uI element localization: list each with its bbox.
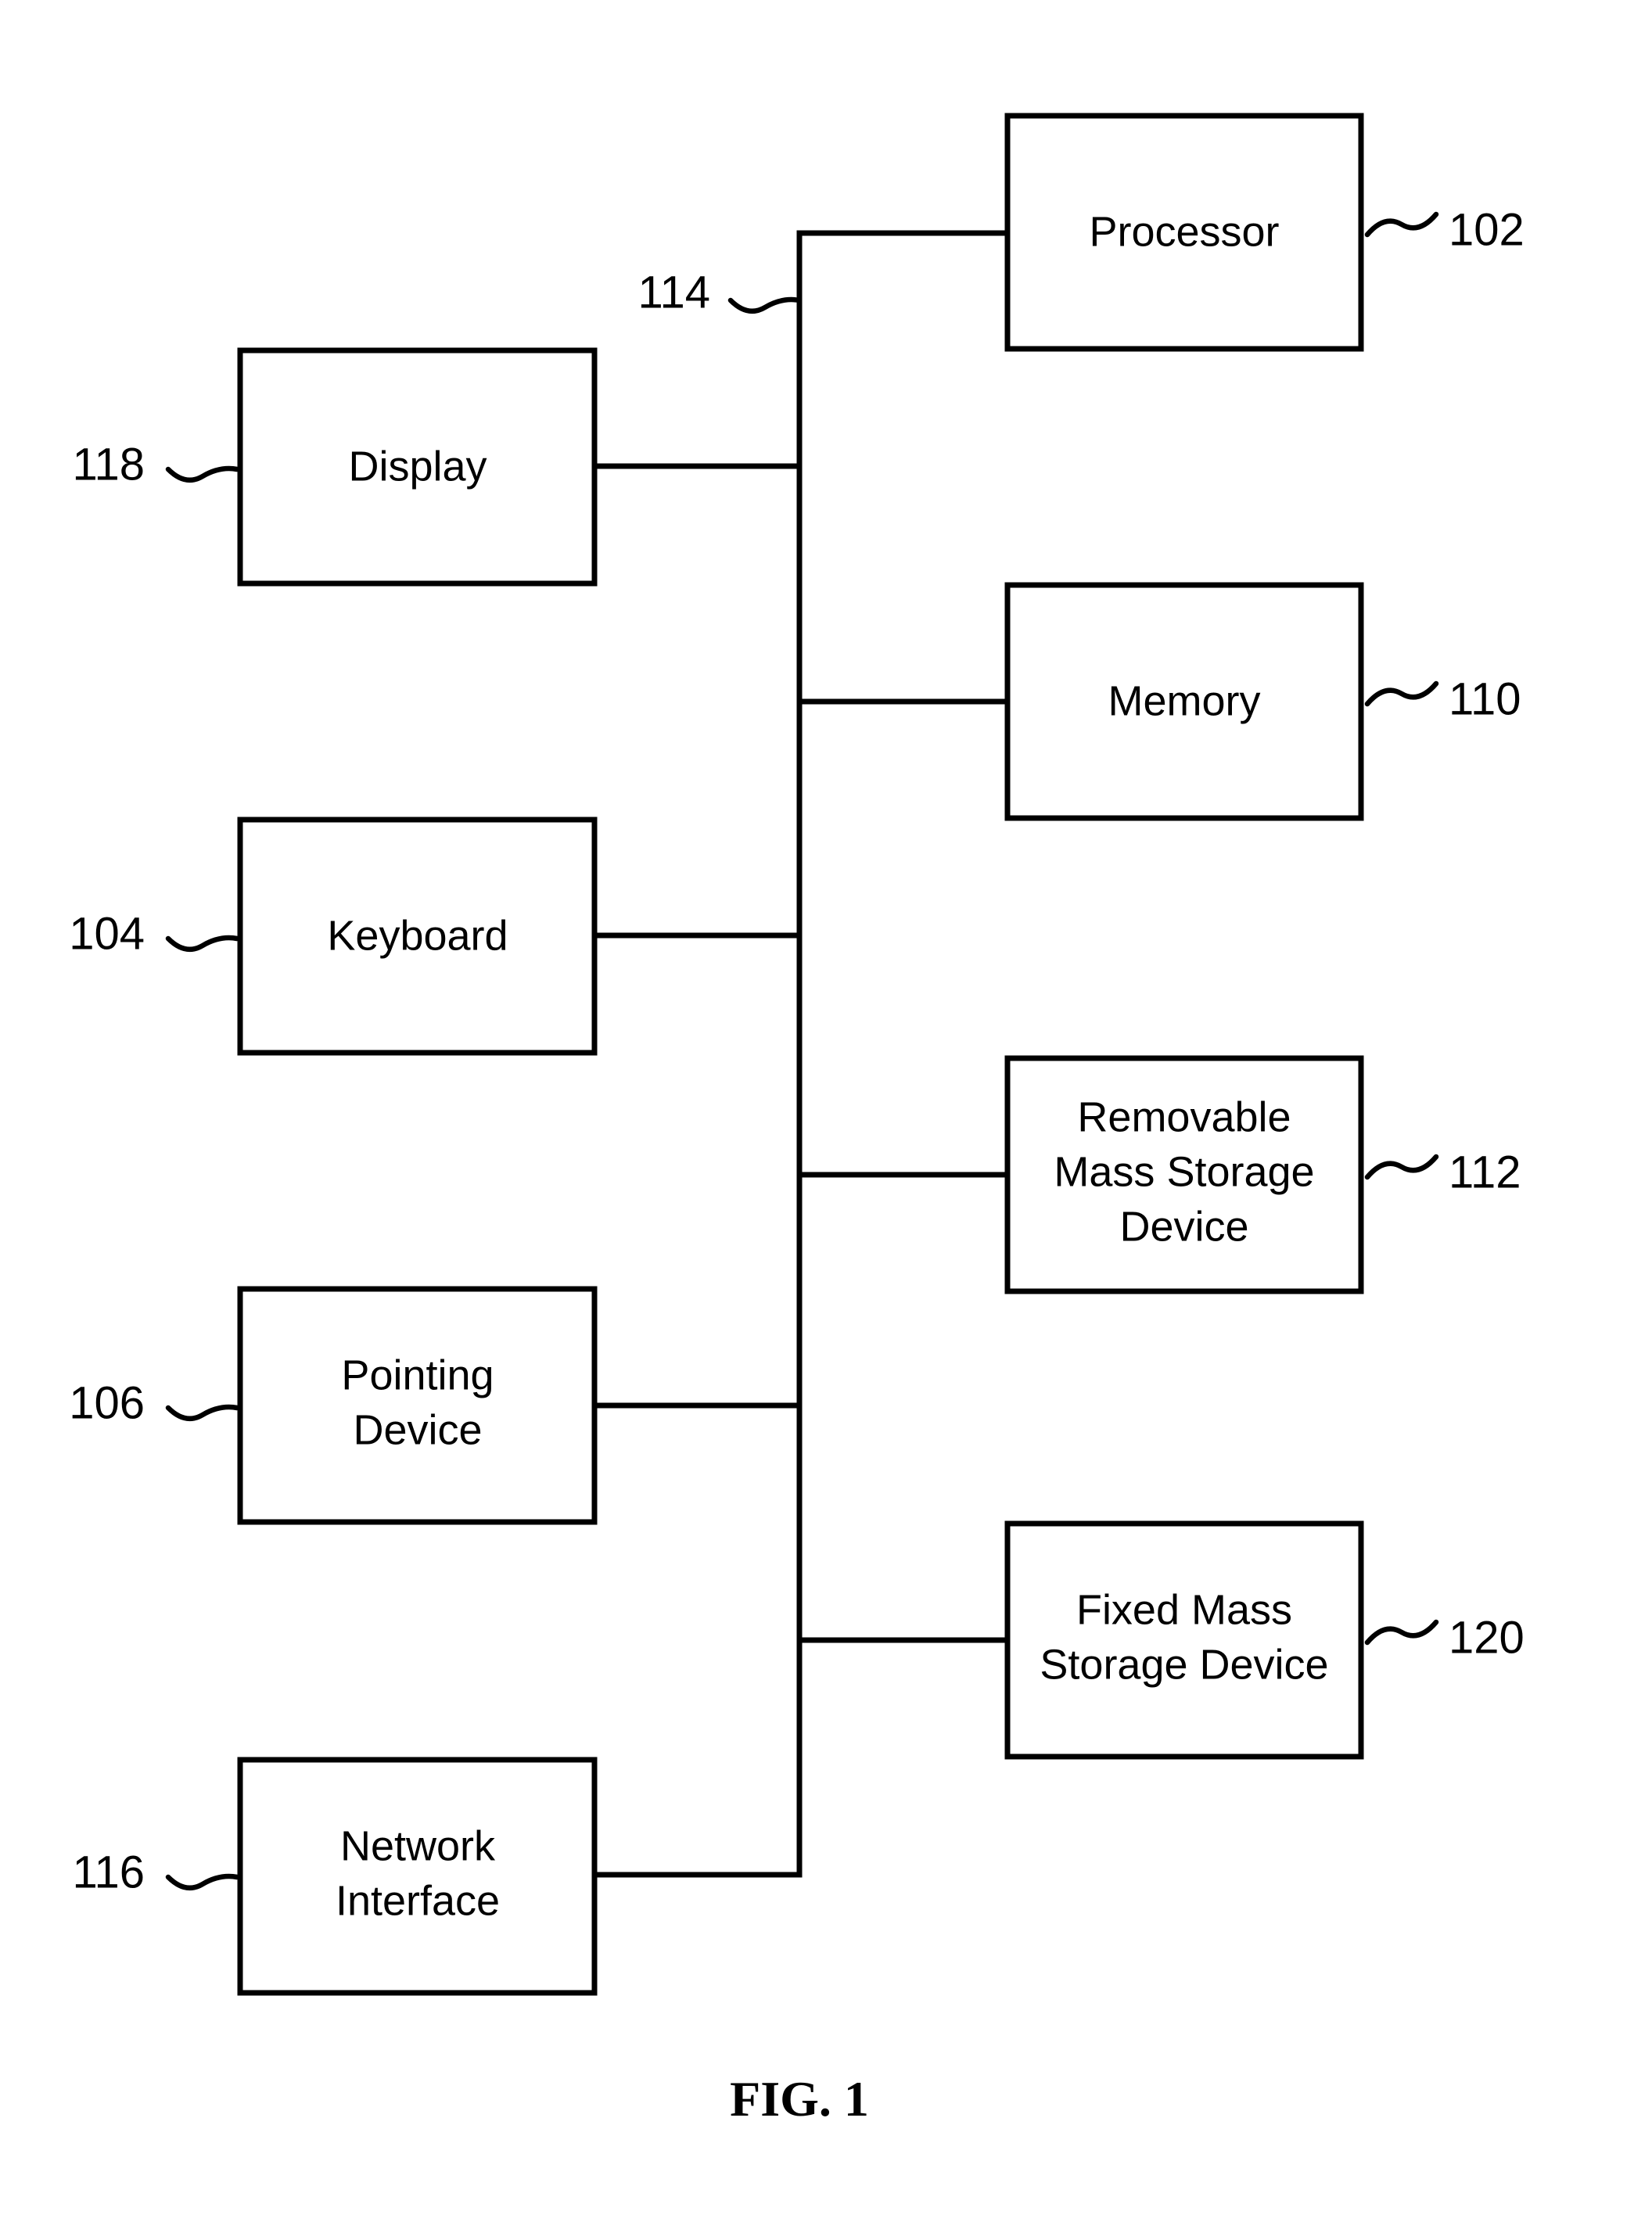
block-removable-mass-storage-device[interactable]: Removable Mass Storage Device [1004,1055,1364,1294]
removable-storage-label-line3: Device [1119,1203,1248,1250]
ref-callout-116: 116 [73,1847,240,1897]
ref-number-112: 112 [1449,1147,1521,1197]
block-processor[interactable]: Processor [1004,113,1364,352]
ref-callout-118: 118 [73,439,240,490]
network-interface-box[interactable] [237,1757,598,1996]
squiggle-116-icon [165,1873,240,1891]
block-diagram: Processor 102 Memory 110 Removable Mass … [69,113,1525,2127]
squiggle-106-icon [165,1404,240,1422]
keyboard-label: Keyboard [327,912,508,959]
ref-number-120: 120 [1449,1612,1525,1663]
squiggle-112-icon [1364,1154,1439,1180]
network-interface-label-line2: Interface [336,1877,500,1924]
ref-number-102: 102 [1449,204,1525,255]
ref-number-106: 106 [69,1377,145,1428]
fixed-mass-storage-device-box[interactable] [1004,1520,1364,1760]
block-memory[interactable]: Memory [1004,582,1364,821]
ref-callout-106: 106 [69,1377,240,1428]
memory-label: Memory [1108,677,1260,724]
network-interface-label-line1: Network [340,1822,496,1869]
pointing-device-label-line1: Pointing [341,1352,494,1398]
processor-label: Processor [1089,208,1279,255]
fixed-storage-label-line2: Storage Device [1040,1641,1328,1688]
block-network-interface[interactable]: Network Interface [237,1757,598,1996]
fixed-storage-label-line1: Fixed Mass [1076,1586,1292,1633]
squiggle-104-icon [165,935,240,953]
ref-number-114: 114 [638,267,710,318]
ref-number-104: 104 [69,908,145,959]
pointing-device-label-line2: Device [353,1406,482,1453]
ref-callout-112: 112 [1364,1147,1521,1197]
block-keyboard[interactable]: Keyboard [237,817,598,1056]
block-fixed-mass-storage-device[interactable]: Fixed Mass Storage Device [1004,1520,1364,1760]
block-pointing-device[interactable]: Pointing Device [237,1286,598,1525]
ref-callout-120: 120 [1364,1612,1525,1663]
pointing-device-box[interactable] [237,1286,598,1525]
squiggle-118-icon [165,465,240,483]
block-display[interactable]: Display [237,347,598,587]
figure-page: Processor 102 Memory 110 Removable Mass … [0,0,1652,2222]
squiggle-114-icon [727,296,803,314]
squiggle-110-icon [1364,680,1439,707]
squiggle-120-icon [1364,1619,1439,1646]
ref-callout-102: 102 [1364,204,1525,255]
ref-callout-104: 104 [69,908,240,959]
ref-number-116: 116 [73,1847,145,1897]
ref-number-110: 110 [1449,673,1521,724]
removable-storage-label-line2: Mass Storage [1054,1148,1314,1195]
figure-caption: FIG. 1 [730,2071,869,2127]
ref-callout-114: 114 [638,267,803,318]
removable-storage-label-line1: Removable [1077,1093,1291,1140]
system-bus-line [591,230,1011,1878]
ref-number-118: 118 [73,439,145,490]
display-label: Display [348,443,487,490]
squiggle-102-icon [1364,211,1439,238]
ref-callout-110: 110 [1364,673,1521,724]
